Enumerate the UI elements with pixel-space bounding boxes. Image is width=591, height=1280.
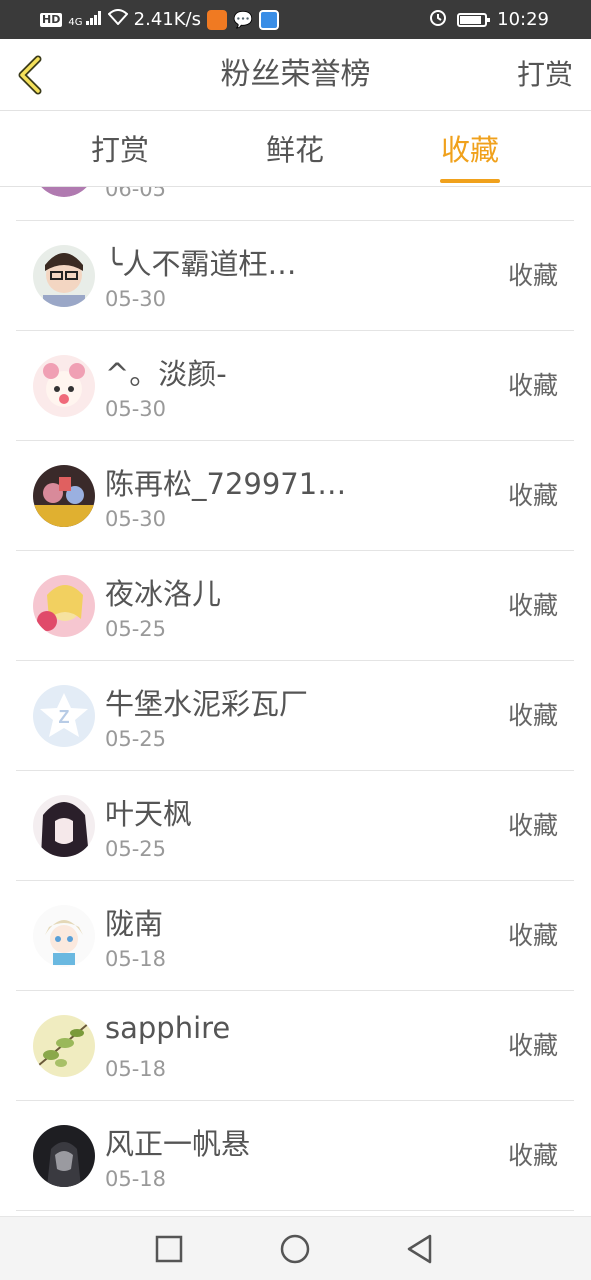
- page-title: 粉丝荣誉榜: [220, 57, 371, 92]
- signal-icon: 4G: [68, 11, 101, 28]
- status-right: 10:29: [429, 0, 549, 39]
- item-action: 收藏: [507, 921, 558, 950]
- item-date: 06-05: [105, 187, 167, 201]
- app-notification-icon: [258, 9, 279, 30]
- item-action: 收藏: [507, 1031, 558, 1060]
- list-item[interactable]: 叶天枫 05-25 收藏: [16, 771, 574, 881]
- status-left: HD 4G 2.41K/s 💬: [40, 0, 279, 39]
- item-name: 叶天枫: [105, 797, 193, 831]
- list-item[interactable]: 陇南 05-18 收藏: [16, 881, 574, 991]
- avatar: [33, 465, 95, 527]
- item-action: 收藏: [507, 1141, 558, 1170]
- item-date: 05-25: [105, 837, 167, 861]
- item-action: 收藏: [507, 261, 558, 290]
- item-name: sapphire: [105, 1011, 231, 1045]
- item-date: 05-30: [105, 397, 167, 421]
- alarm-icon: [429, 8, 447, 31]
- item-date: 05-30: [105, 507, 167, 531]
- tab-reward[interactable]: 打赏: [60, 111, 180, 187]
- list-item-partial[interactable]: 06-05: [16, 187, 574, 221]
- wifi-icon: [107, 9, 129, 30]
- avatar: [33, 1125, 95, 1187]
- item-date: 05-18: [105, 1167, 167, 1191]
- hd-badge: HD: [40, 12, 63, 27]
- system-nav-bar: [0, 1216, 591, 1280]
- item-name: 陇南: [105, 907, 164, 941]
- avatar: [33, 187, 95, 197]
- item-name: 风正一帆悬: [105, 1127, 251, 1161]
- tab-flowers[interactable]: 鲜花: [235, 111, 355, 187]
- item-name: 陈再松_729971…: [105, 467, 347, 501]
- list-item[interactable]: 风正一帆悬 05-18 收藏: [16, 1101, 574, 1211]
- reward-button[interactable]: 打赏: [517, 39, 573, 111]
- avatar: [33, 575, 95, 637]
- triangle-back-icon: [407, 1234, 432, 1264]
- circle-home-icon: [280, 1234, 310, 1264]
- avatar: [33, 355, 95, 417]
- video-app-icon: [206, 9, 227, 30]
- item-date: 05-18: [105, 947, 167, 971]
- tab-favorites[interactable]: 收藏: [410, 111, 530, 187]
- item-name: 夜冰洛儿: [105, 577, 222, 611]
- list-item[interactable]: ^。淡颜- 05-30 收藏: [16, 331, 574, 441]
- item-name: ╰人不霸道枉…: [105, 247, 297, 281]
- back-nav-button[interactable]: [402, 1231, 438, 1267]
- item-action: 收藏: [507, 701, 558, 730]
- recent-apps-button[interactable]: [151, 1231, 187, 1267]
- list-item[interactable]: ╰人不霸道枉… 05-30 收藏: [16, 221, 574, 331]
- avatar: [33, 795, 95, 857]
- item-date: 05-25: [105, 727, 167, 751]
- tab-bar: 打赏 鲜花 收藏: [0, 111, 591, 187]
- item-name: 牛堡水泥彩瓦厂: [105, 687, 309, 721]
- network-type: 4G: [68, 17, 83, 28]
- item-action: 收藏: [507, 371, 558, 400]
- avatar: Z: [33, 685, 95, 747]
- item-date: 05-30: [105, 287, 167, 311]
- avatar: [33, 905, 95, 967]
- status-bar: HD 4G 2.41K/s 💬 10:29: [0, 0, 591, 39]
- battery-icon: [457, 12, 491, 27]
- item-action: 收藏: [507, 481, 558, 510]
- list-item[interactable]: 陈再松_729971… 05-30 收藏: [16, 441, 574, 551]
- network-speed: 2.41K/s: [133, 9, 201, 30]
- item-action: 收藏: [507, 591, 558, 620]
- app-header: 粉丝荣誉榜 打赏: [0, 39, 591, 111]
- square-recent-apps-icon: [155, 1235, 183, 1263]
- item-date: 05-18: [105, 1057, 167, 1081]
- clock: 10:29: [497, 9, 549, 30]
- item-action: 收藏: [507, 811, 558, 840]
- fan-list[interactable]: 06-05 ╰人不霸道枉… 05-30 收藏 ^。淡颜- 05-30 收藏 陈再…: [16, 187, 574, 1216]
- svg-text:Z: Z: [59, 707, 70, 727]
- list-item[interactable]: 夜冰洛儿 05-25 收藏: [16, 551, 574, 661]
- list-item[interactable]: sapphire 05-18 收藏: [16, 991, 574, 1101]
- item-name: ^。淡颜-: [105, 357, 227, 391]
- avatar: [33, 245, 95, 307]
- avatar: [33, 1015, 95, 1077]
- item-date: 05-25: [105, 617, 167, 641]
- home-button[interactable]: [277, 1231, 313, 1267]
- wechat-icon: 💬: [232, 10, 253, 29]
- list-item[interactable]: Z 牛堡水泥彩瓦厂 05-25 收藏: [16, 661, 574, 771]
